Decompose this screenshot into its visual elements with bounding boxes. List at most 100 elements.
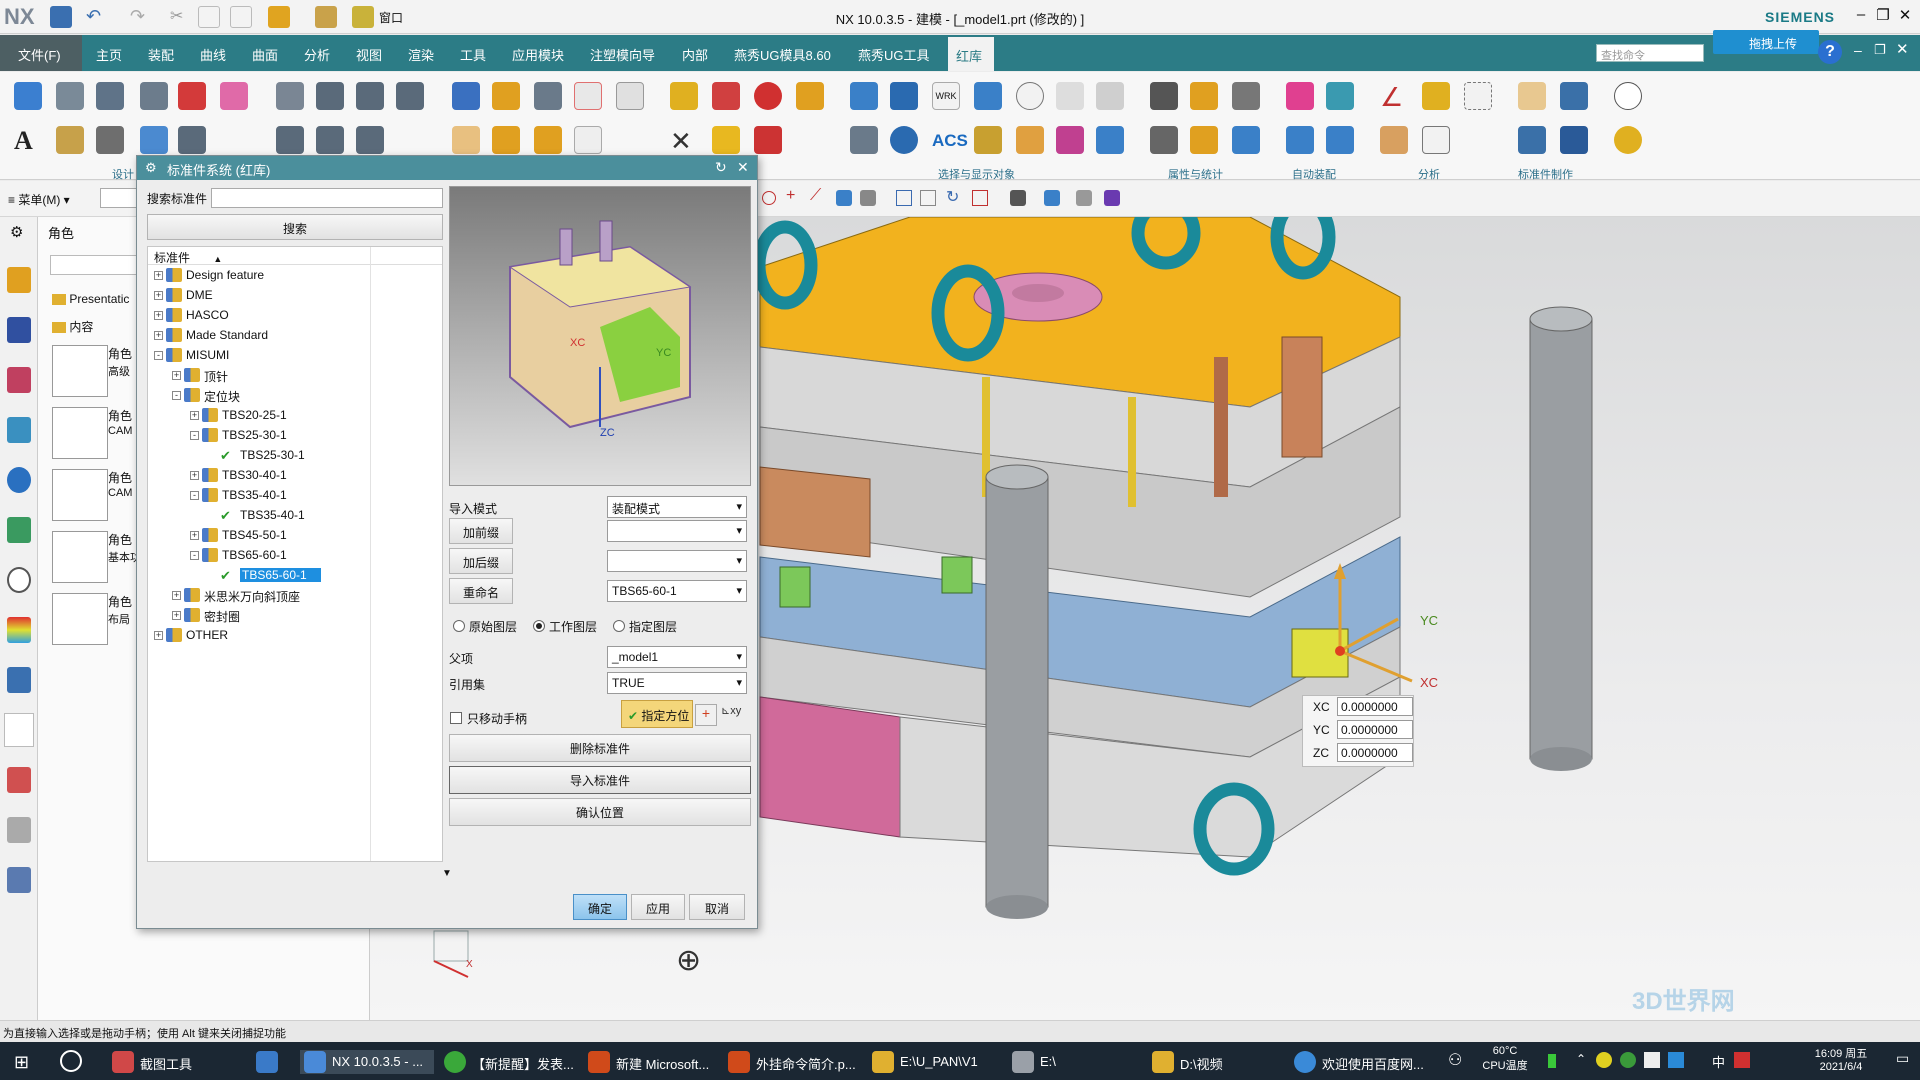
taskbar-explorer-video[interactable]: D:\视频 [1152, 1050, 1223, 1074]
clock[interactable]: 16:09 周五 2021/6/4 [1804, 1045, 1878, 1073]
tray-wechat-icon[interactable] [1620, 1052, 1636, 1068]
acs-icon[interactable]: ACS [932, 126, 968, 154]
auto-align-icon[interactable] [1286, 126, 1314, 154]
coord-xc-input[interactable]: 0.0000000 [1337, 697, 1413, 716]
layer-stack-icon[interactable] [356, 126, 384, 154]
cancel-button[interactable]: 取消 [689, 894, 745, 920]
display-mode-icon[interactable] [1044, 190, 1060, 206]
taskbar-snipping-tool[interactable]: 截图工具 [112, 1050, 192, 1074]
role-cam2-thumb[interactable] [52, 469, 108, 521]
block-icon[interactable] [96, 82, 124, 110]
move-handle-checkbox[interactable] [450, 712, 462, 724]
tray-network-icon[interactable] [1644, 1052, 1660, 1068]
cross-icon[interactable]: ✕ [670, 126, 698, 156]
tray-app-icon[interactable] [1596, 1052, 1612, 1068]
spring-icon[interactable] [56, 82, 84, 110]
layer-specified-radio[interactable] [613, 620, 625, 632]
taskbar-camera[interactable] [256, 1050, 284, 1074]
view-zoom-icon[interactable] [920, 190, 936, 206]
prefix-select[interactable] [607, 520, 747, 542]
cursor-select-icon[interactable] [1056, 82, 1084, 110]
menu-button[interactable]: ≡ 菜单(M) ▾ [8, 191, 70, 208]
triangle-icon[interactable] [974, 126, 1002, 154]
std-make-icon[interactable] [1518, 82, 1546, 110]
menu-application[interactable]: 应用模块 [512, 45, 564, 64]
list-tab-icon[interactable] [7, 867, 31, 893]
roles-tab-icon[interactable] [4, 713, 34, 747]
snap-edge-icon[interactable] [860, 190, 876, 206]
expand-icon[interactable]: + [154, 631, 163, 640]
boxes-icon[interactable] [492, 126, 520, 154]
check-icon[interactable] [1232, 126, 1260, 154]
type-filter-combo[interactable] [100, 188, 140, 208]
pencil-part-icon[interactable] [534, 126, 562, 154]
menu-render[interactable]: 渲染 [408, 45, 434, 64]
filter-select-icon[interactable] [1096, 82, 1124, 110]
circle-select-icon[interactable] [1016, 82, 1044, 110]
wire-box-icon[interactable] [452, 126, 480, 154]
close-icon[interactable]: ✕ [1894, 6, 1916, 24]
standard-part-icon[interactable] [56, 126, 84, 154]
expand-icon[interactable]: + [154, 291, 163, 300]
layers-icon[interactable] [96, 126, 124, 154]
angle-icon[interactable]: ∠ [1380, 82, 1408, 112]
import-part-icon[interactable] [178, 82, 206, 110]
stats-icon[interactable] [1150, 126, 1178, 154]
search-input[interactable] [211, 188, 443, 208]
properties-icon[interactable] [1150, 82, 1178, 110]
menu-redlib-tab[interactable]: 红库 [948, 37, 994, 71]
dialog-reset-icon[interactable]: ↻ [715, 159, 727, 176]
layer-down-icon[interactable] [316, 126, 344, 154]
menu-surface[interactable]: 曲面 [252, 45, 278, 64]
role-basic-thumb[interactable] [52, 531, 108, 583]
menu-home[interactable]: 主页 [96, 45, 122, 64]
coord-zc-input[interactable]: 0.0000000 [1337, 743, 1413, 762]
part-navigator-icon[interactable] [7, 367, 31, 393]
auto-place-icon[interactable] [1326, 82, 1354, 110]
delete-part-button[interactable]: 删除标准件 [449, 734, 751, 762]
arc-icon[interactable] [1422, 82, 1450, 110]
expand-icon[interactable]: + [172, 371, 181, 380]
add-suffix-button[interactable]: 加后缀 [449, 548, 513, 574]
expand-icon[interactable]: + [190, 471, 199, 480]
hammer-icon[interactable] [670, 82, 698, 110]
csys-icon[interactable]: ⊾xy [721, 704, 745, 726]
taskbar-baidu-pan[interactable]: 欢迎使用百度网... [1294, 1050, 1424, 1074]
windows-start-icon[interactable]: ⊞ [14, 1052, 29, 1073]
show-hide-icon[interactable] [850, 126, 878, 154]
message-icon[interactable] [1614, 82, 1642, 110]
rename-button[interactable]: 重命名 [449, 578, 513, 604]
rename-select[interactable]: TBS65-60-1 [607, 580, 747, 602]
menu-curve[interactable]: 曲线 [200, 45, 226, 64]
auto-assembly-icon[interactable] [1286, 82, 1314, 110]
refset-select[interactable]: TRUE [607, 672, 747, 694]
ribbon-close-icon[interactable]: ✕ [1896, 40, 1909, 58]
box-icon[interactable] [178, 126, 206, 154]
folder-presentation[interactable]: Presentatic [52, 292, 129, 306]
menu-mold-wizard[interactable]: 注塑模向导 [590, 45, 655, 64]
place-icon[interactable] [140, 126, 168, 154]
role-cam-thumb[interactable] [52, 407, 108, 459]
ok-button[interactable]: 确定 [573, 894, 627, 920]
taskbar-explorer-e[interactable]: E:\ [1012, 1050, 1056, 1074]
process-studio-icon[interactable] [7, 667, 31, 693]
wrk-icon[interactable]: WRK [932, 82, 960, 110]
trash-icon[interactable] [1232, 82, 1260, 110]
taskbar-nx[interactable]: NX 10.0.3.5 - ... [300, 1050, 434, 1074]
menu-internal[interactable]: 内部 [682, 45, 708, 64]
view-fit-icon[interactable] [896, 190, 912, 206]
crosshair-icon[interactable] [574, 82, 602, 110]
column-icon[interactable] [890, 82, 918, 110]
people-icon[interactable]: ⚇ [1448, 1050, 1462, 1070]
edit-icon[interactable] [1190, 82, 1218, 110]
user-icon[interactable] [1614, 126, 1642, 154]
specify-orientation-button[interactable]: ✔ 指定方位 [621, 700, 693, 728]
taskbar-powerpoint-plugin[interactable]: 外挂命令简介.p... [728, 1050, 856, 1074]
assembly-navigator-icon[interactable] [7, 267, 31, 293]
component-grid-icon[interactable] [452, 82, 480, 110]
collapse-icon[interactable]: - [172, 391, 181, 400]
notification-icon[interactable]: ▭ [1896, 1050, 1909, 1067]
snap-plus-icon[interactable]: + [786, 187, 795, 205]
restore-icon[interactable]: ❐ [1872, 6, 1894, 24]
move-icon[interactable] [14, 82, 42, 110]
